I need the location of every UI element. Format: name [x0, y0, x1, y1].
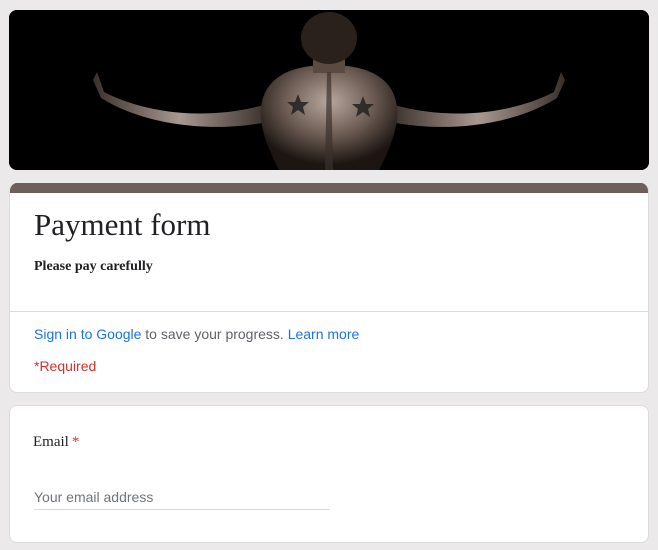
sign-in-link[interactable]: Sign in to Google — [34, 326, 141, 342]
question-label: Email * — [33, 434, 79, 451]
accent-bar — [10, 183, 648, 193]
form-description: Please pay carefully — [34, 259, 153, 274]
email-input[interactable] — [34, 484, 330, 510]
signin-prompt: Sign in to Google to save your progress.… — [34, 326, 359, 342]
signin-prompt-text: to save your progress. — [141, 326, 288, 342]
form-header-card: Payment form Please pay carefully Sign i… — [9, 183, 649, 393]
header-banner-image — [9, 10, 649, 170]
required-asterisk: * — [71, 434, 80, 450]
form-title: Payment form — [34, 207, 211, 242]
divider — [10, 311, 648, 312]
question-card-email: Email * — [9, 405, 649, 543]
question-label-text: Email — [33, 434, 69, 450]
required-note: *Required — [34, 358, 97, 374]
learn-more-link[interactable]: Learn more — [288, 326, 360, 342]
